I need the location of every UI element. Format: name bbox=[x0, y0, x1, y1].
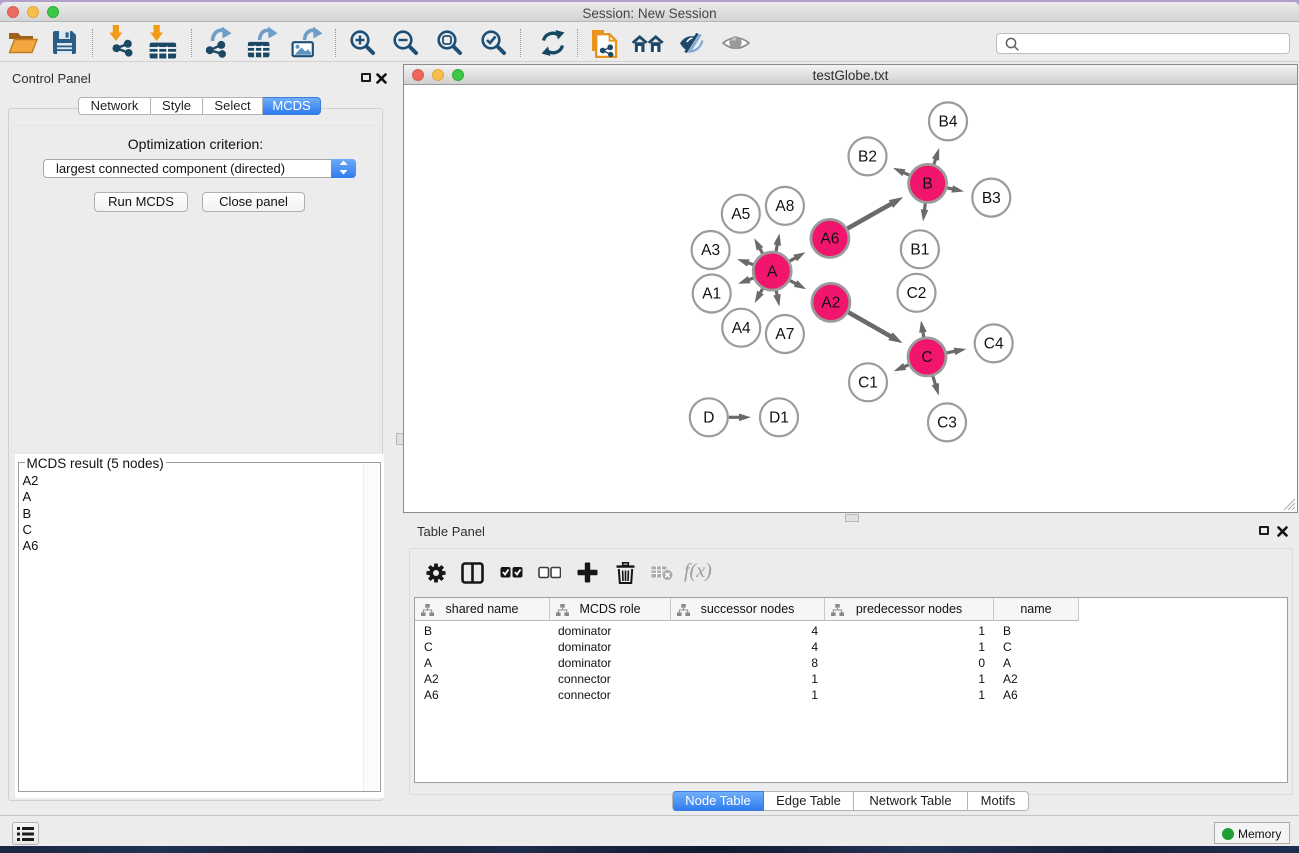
svg-text:C: C bbox=[921, 349, 932, 366]
svg-text:A6: A6 bbox=[820, 231, 839, 248]
svg-text:C2: C2 bbox=[907, 285, 927, 302]
svg-text:A2: A2 bbox=[821, 295, 840, 312]
svg-text:A8: A8 bbox=[775, 198, 794, 215]
svg-text:A1: A1 bbox=[702, 286, 721, 303]
svg-text:B2: B2 bbox=[858, 149, 877, 166]
svg-text:A7: A7 bbox=[775, 326, 794, 343]
svg-text:A3: A3 bbox=[701, 242, 720, 259]
svg-text:D1: D1 bbox=[769, 410, 789, 427]
svg-text:C3: C3 bbox=[937, 415, 957, 432]
svg-text:B4: B4 bbox=[939, 114, 958, 131]
svg-text:D: D bbox=[703, 410, 714, 427]
svg-text:B1: B1 bbox=[910, 242, 929, 259]
svg-text:B: B bbox=[922, 176, 932, 193]
svg-text:C4: C4 bbox=[984, 336, 1004, 353]
svg-text:C1: C1 bbox=[858, 375, 878, 392]
svg-text:B3: B3 bbox=[982, 190, 1001, 207]
svg-text:A5: A5 bbox=[731, 206, 750, 223]
svg-text:A4: A4 bbox=[732, 320, 751, 337]
svg-text:A: A bbox=[767, 263, 778, 280]
